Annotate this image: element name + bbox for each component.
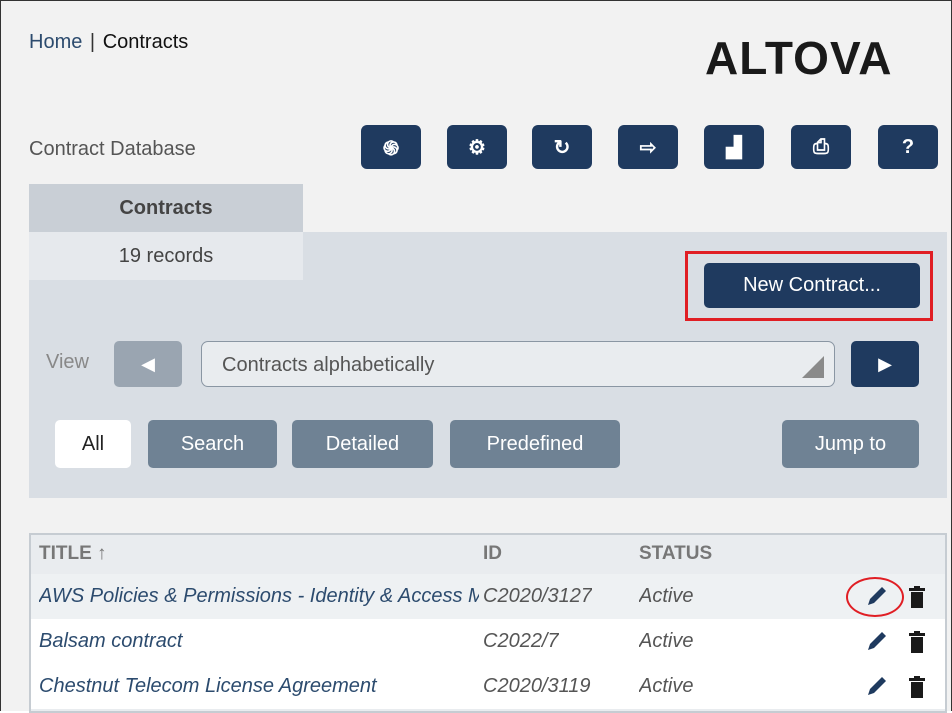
logout-button[interactable]: ⇨ bbox=[618, 125, 678, 169]
edit-highlight-circle bbox=[846, 577, 904, 617]
next-view-button[interactable]: ▶ bbox=[851, 341, 919, 387]
reports-button[interactable]: ▟ bbox=[704, 125, 764, 169]
table-row[interactable]: Balsam contract C2022/7 Active bbox=[31, 619, 945, 664]
contract-id: C2022/7 bbox=[483, 630, 559, 652]
predefined-button[interactable]: Predefined bbox=[450, 420, 620, 468]
tab-contracts[interactable]: Contracts bbox=[29, 184, 303, 232]
column-header-title[interactable]: TITLE ↑ bbox=[39, 543, 107, 565]
column-header-status[interactable]: STATUS bbox=[639, 543, 712, 565]
pencil-icon[interactable] bbox=[865, 629, 889, 653]
detailed-button[interactable]: Detailed bbox=[292, 420, 433, 468]
view-label: View bbox=[46, 351, 89, 373]
bar-chart-icon: ▟ bbox=[726, 136, 742, 159]
view-select[interactable]: Contracts alphabetically bbox=[201, 341, 835, 387]
contract-status: Active bbox=[639, 675, 694, 697]
table-row[interactable]: AWS Policies & Permissions - Identity & … bbox=[31, 574, 945, 619]
contract-title[interactable]: AWS Policies & Permissions - Identity & … bbox=[39, 585, 479, 608]
dropdown-corner-icon bbox=[802, 356, 824, 378]
logout-icon: ⇨ bbox=[639, 136, 657, 159]
altova-logo: ALTOVA bbox=[705, 32, 893, 84]
refresh-button[interactable]: ↻ bbox=[532, 125, 592, 169]
trash-icon[interactable] bbox=[909, 586, 925, 608]
breadcrumb-separator: | bbox=[89, 31, 96, 53]
fingerprint-icon: ֍ bbox=[382, 137, 400, 160]
contract-status: Active bbox=[639, 630, 694, 652]
trash-icon[interactable] bbox=[909, 676, 925, 698]
breadcrumb: Home | Contracts bbox=[29, 31, 188, 54]
contract-id: C2020/3119 bbox=[483, 675, 591, 697]
fingerprint-button[interactable]: ֍ bbox=[361, 125, 421, 169]
database-label: Contract Database bbox=[29, 138, 196, 160]
breadcrumb-current: Contracts bbox=[102, 31, 189, 53]
contract-title[interactable]: Balsam contract bbox=[39, 630, 479, 653]
column-header-id[interactable]: ID bbox=[483, 543, 502, 565]
search-button[interactable]: Search bbox=[148, 420, 277, 468]
breadcrumb-home-link[interactable]: Home bbox=[29, 31, 82, 53]
contract-id: C2020/3127 bbox=[483, 585, 592, 607]
settings-button[interactable]: ⚙ bbox=[447, 125, 507, 169]
record-count: 19 records bbox=[29, 232, 303, 280]
triangle-left-icon: ◀ bbox=[141, 353, 155, 374]
contract-status: Active bbox=[639, 585, 694, 607]
gear-icon: ⚙ bbox=[468, 136, 486, 159]
help-button[interactable]: ? bbox=[878, 125, 938, 169]
print-icon: ⎙ bbox=[813, 135, 829, 158]
jump-to-button[interactable]: Jump to bbox=[782, 420, 919, 468]
refresh-icon: ↻ bbox=[553, 136, 571, 159]
trash-icon[interactable] bbox=[909, 631, 925, 653]
contract-title[interactable]: Chestnut Telecom License Agreement bbox=[39, 675, 479, 698]
new-contract-button[interactable]: New Contract... bbox=[704, 263, 920, 308]
triangle-right-icon: ▶ bbox=[878, 353, 892, 374]
print-button[interactable]: ⎙ bbox=[791, 125, 851, 169]
pencil-icon[interactable] bbox=[865, 674, 889, 698]
prev-view-button[interactable]: ◀ bbox=[114, 341, 182, 387]
view-select-value: Contracts alphabetically bbox=[222, 354, 435, 376]
app-window: Home | Contracts ALTOVA Contract Databas… bbox=[0, 0, 952, 713]
help-icon: ? bbox=[901, 135, 915, 158]
filter-all-button[interactable]: All bbox=[55, 420, 131, 468]
table-row[interactable]: Chestnut Telecom License Agreement C2020… bbox=[31, 664, 945, 709]
